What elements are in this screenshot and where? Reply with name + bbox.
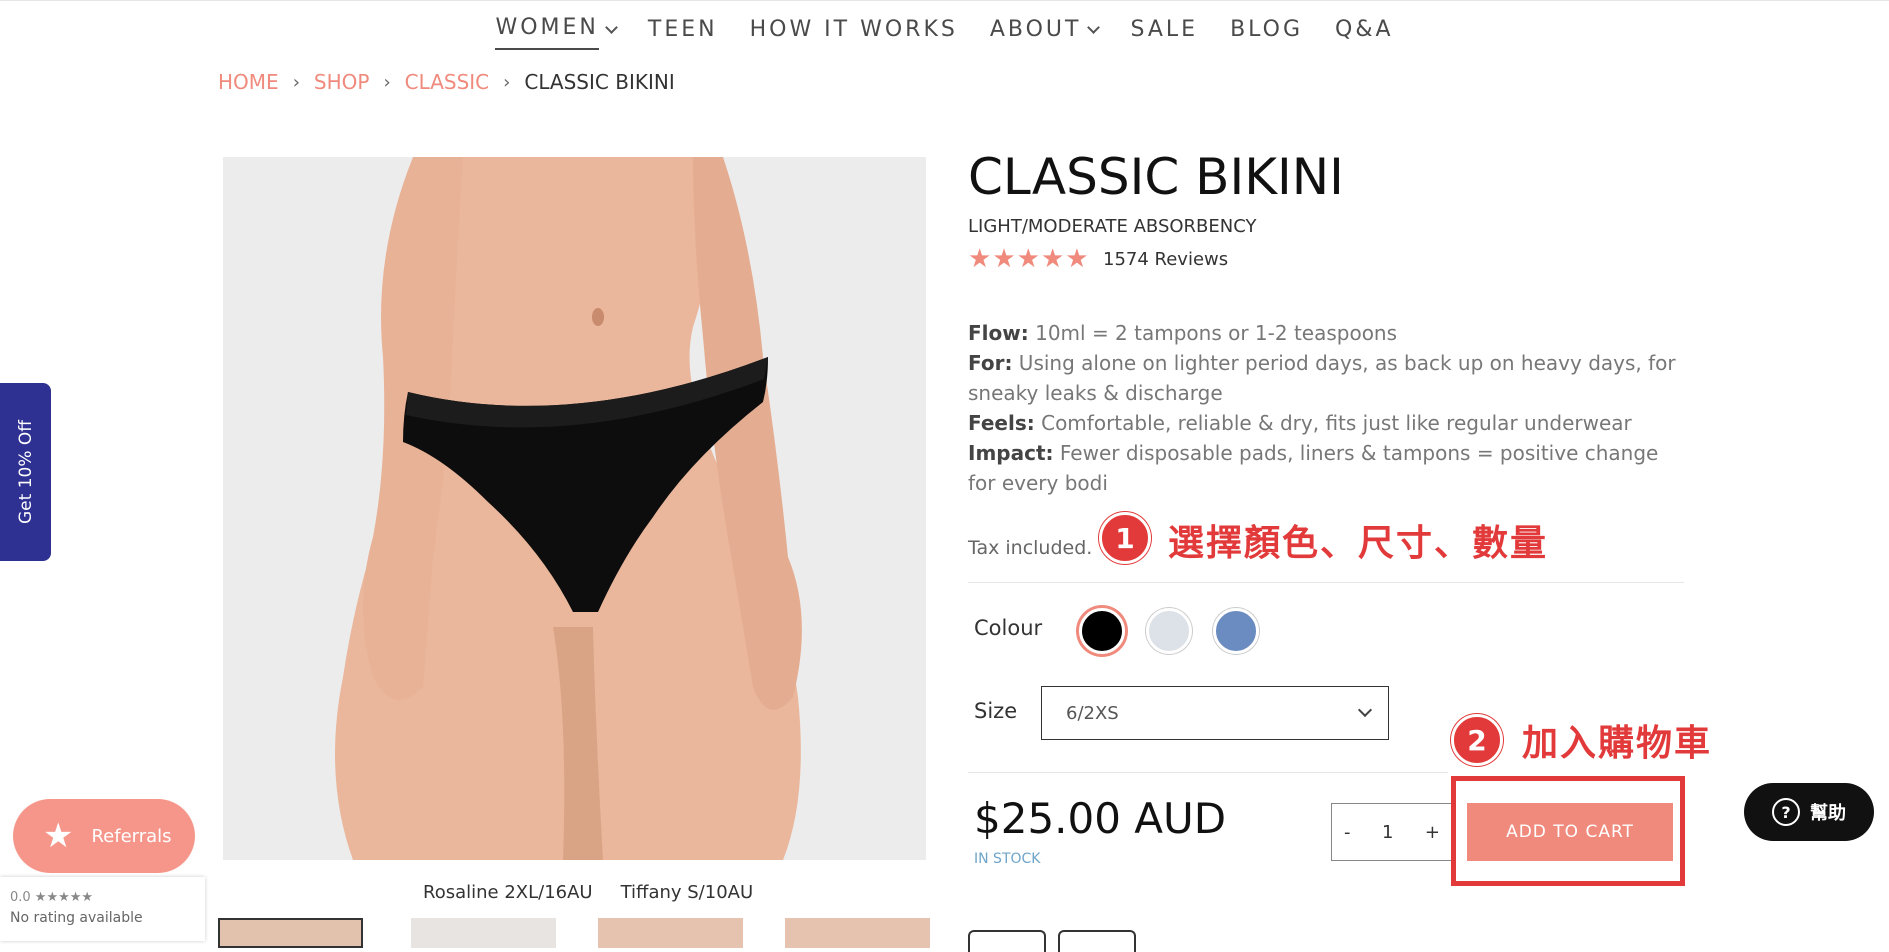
colour-swatch-grey[interactable]	[1146, 608, 1192, 654]
nav-how-it-works-label: HOW IT WORKS	[749, 17, 958, 42]
nav-teen[interactable]: TEEN	[632, 10, 734, 50]
product-description: Flow: 10ml = 2 tampons or 1-2 teaspoons …	[968, 318, 1688, 498]
quantity-stepper: - 1 +	[1331, 803, 1453, 861]
nav-about[interactable]: ABOUT	[974, 10, 1115, 50]
chevron-down-icon	[1087, 20, 1101, 34]
qty-minus-button[interactable]: -	[1344, 822, 1351, 843]
qty-value[interactable]: 1	[1382, 822, 1393, 843]
desc-flow: Flow: 10ml = 2 tampons or 1-2 teaspoons	[968, 318, 1688, 348]
product-title: CLASSIC BIKINI	[968, 148, 1344, 206]
nav-women-label: WOMEN	[495, 10, 599, 50]
annotation-highlight-frame	[1451, 776, 1685, 886]
help-button[interactable]: ? 幫助	[1744, 783, 1874, 841]
step-1-annotation: 選擇顏色、尺寸、數量	[1168, 523, 1549, 564]
thumbnail-3[interactable]	[598, 918, 743, 948]
desc-feels: Feels: Comfortable, reliable & dry, fits…	[968, 408, 1688, 438]
breadcrumb-separator: ›	[292, 71, 300, 93]
breadcrumb-classic[interactable]: CLASSIC	[405, 70, 490, 94]
breadcrumb-current: CLASSIC BIKINI	[524, 70, 675, 94]
reviews-count[interactable]: 1574 Reviews	[1103, 249, 1228, 270]
thumbnail-2[interactable]	[411, 918, 556, 948]
star-icon: ★	[1065, 244, 1089, 274]
question-icon: ?	[1772, 798, 1800, 826]
rating-score: 0.0 ★★★★★	[10, 890, 94, 905]
breadcrumb-shop[interactable]: SHOP	[314, 70, 370, 94]
product-image[interactable]	[223, 157, 926, 860]
desc-for: For: Using alone on lighter period days,…	[968, 348, 1688, 408]
breadcrumb-home[interactable]: HOME	[218, 70, 279, 94]
price: $25.00 AUD	[974, 794, 1227, 843]
desc-flow-text: 10ml = 2 tampons or 1-2 teaspoons	[1028, 321, 1398, 345]
desc-feels-text: Comfortable, reliable & dry, fits just l…	[1034, 411, 1632, 435]
divider	[968, 772, 1448, 773]
caption-model-2: Tiffany S/10AU	[620, 882, 754, 903]
tax-note: Tax included.	[968, 537, 1093, 559]
nav-sale-label: SALE	[1130, 17, 1199, 42]
nav-qa-label: Q&A	[1335, 17, 1394, 42]
nav-blog[interactable]: BLOG	[1214, 10, 1319, 50]
step-2-annotation: 加入購物車	[1522, 723, 1713, 764]
desc-for-label: For:	[968, 351, 1013, 375]
rating-status: No rating available	[10, 910, 143, 926]
chevron-down-icon	[605, 20, 618, 34]
nav-women[interactable]: WOMEN	[479, 10, 631, 50]
star-icon: ★	[992, 244, 1016, 274]
rating-stars[interactable]: ★ ★ ★ ★ ★	[968, 246, 1089, 272]
step-2-badge: 2	[1451, 714, 1503, 766]
nav-sale[interactable]: SALE	[1114, 10, 1214, 50]
product-outline-icon	[968, 930, 1046, 952]
qty-plus-button[interactable]: +	[1425, 822, 1440, 843]
size-label: Size	[974, 699, 1018, 723]
colour-label: Colour	[974, 616, 1043, 640]
breadcrumb-separator: ›	[503, 71, 511, 93]
nav-about-label: ABOUT	[989, 17, 1082, 42]
referrals-button[interactable]: ★ Referrals	[13, 799, 195, 873]
discount-side-tab-label: Get 10% Off	[15, 420, 36, 524]
star-icon: ★	[43, 816, 74, 856]
desc-for-text: Using alone on lighter period days, as b…	[968, 351, 1676, 405]
breadcrumb: HOME › SHOP › CLASSIC › CLASSIC BIKINI	[218, 70, 675, 94]
divider	[968, 582, 1684, 583]
nav-qa[interactable]: Q&A	[1319, 10, 1410, 50]
desc-feels-label: Feels:	[968, 411, 1035, 435]
star-icon: ★	[968, 244, 992, 274]
star-icon: ★	[1016, 244, 1040, 274]
thumbnail-4[interactable]	[785, 918, 930, 948]
colour-swatch-black[interactable]	[1079, 608, 1125, 654]
main-nav: WOMEN TEEN HOW IT WORKS ABOUT SALE BLOG …	[0, 10, 1889, 50]
colour-swatch-blue[interactable]	[1213, 608, 1259, 654]
model-illustration	[223, 157, 926, 860]
product-subtitle: LIGHT/MODERATE ABSORBENCY	[968, 216, 1257, 237]
thumbnail-1[interactable]	[218, 918, 363, 948]
desc-impact-label: Impact:	[968, 441, 1054, 465]
desc-impact: Impact: Fewer disposable pads, liners & …	[968, 438, 1688, 498]
nav-how-it-works[interactable]: HOW IT WORKS	[734, 10, 974, 50]
nav-teen-label: TEEN	[647, 17, 718, 42]
discount-side-tab[interactable]: Get 10% Off	[0, 383, 51, 561]
star-icon: ★	[1040, 244, 1065, 274]
breadcrumb-separator: ›	[383, 71, 391, 93]
chevron-down-icon	[1357, 702, 1373, 718]
rating-widget[interactable]: 0.0 ★★★★★ No rating available	[0, 877, 205, 941]
product-outline-icon	[1058, 930, 1136, 952]
referrals-label: Referrals	[91, 825, 172, 847]
step-1-badge: 1	[1099, 512, 1151, 564]
size-value: 6/2XS	[1066, 702, 1119, 724]
stock-status: IN STOCK	[974, 851, 1041, 867]
caption-model-1: Rosaline 2XL/16AU	[423, 882, 593, 903]
nav-blog-label: BLOG	[1230, 17, 1304, 42]
gallery-captions: Rosaline 2XL/16AU Tiffany S/10AU	[423, 882, 753, 903]
size-select[interactable]: 6/2XS	[1041, 686, 1389, 740]
help-label: 幫助	[1810, 803, 1846, 824]
top-border	[0, 0, 1889, 1]
desc-impact-text: Fewer disposable pads, liners & tampons …	[968, 441, 1659, 495]
desc-flow-label: Flow:	[968, 321, 1029, 345]
